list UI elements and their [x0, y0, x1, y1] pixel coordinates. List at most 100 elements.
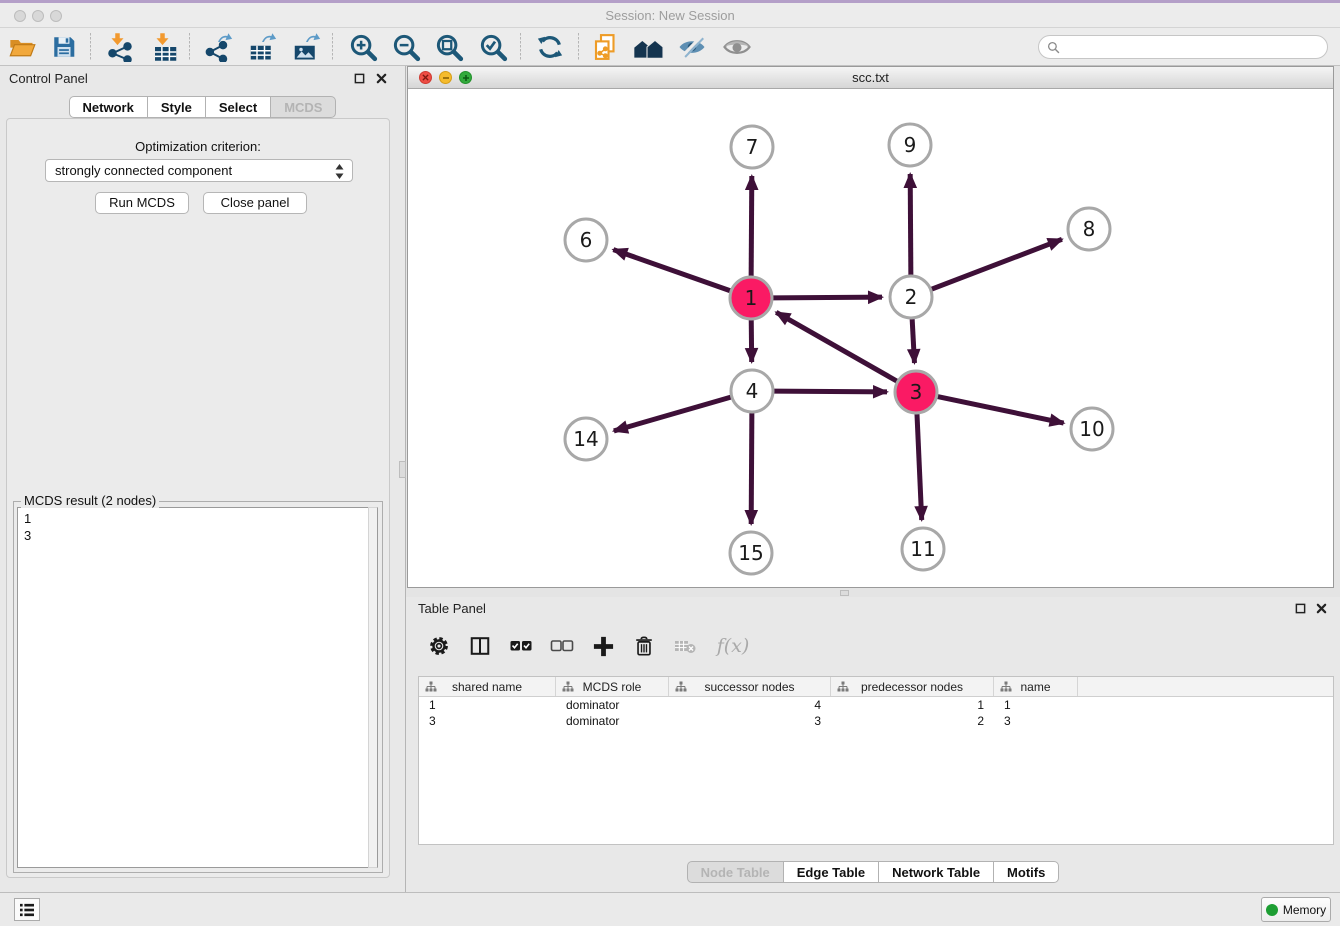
hide-panels-button[interactable] — [675, 31, 709, 63]
close-panel-button-mcds[interactable]: Close panel — [203, 192, 307, 214]
column-header-MCDS-role[interactable]: MCDS role — [556, 677, 669, 696]
deselect-all-button[interactable] — [549, 633, 575, 659]
column-header-successor-nodes[interactable]: successor nodes — [669, 677, 831, 696]
mcds-result-group: MCDS result (2 nodes) 1 3 — [13, 495, 383, 873]
tab-node-table[interactable]: Node Table — [687, 861, 784, 883]
tab-select[interactable]: Select — [205, 96, 271, 118]
close-panel-button[interactable] — [373, 70, 389, 86]
table-row[interactable]: 1dominator411 — [419, 697, 1333, 713]
mcds-result-list[interactable]: 1 3 — [17, 507, 378, 868]
task-history-button[interactable] — [14, 898, 40, 921]
graph-node-15[interactable]: 15 — [730, 532, 772, 574]
table-cell[interactable]: 1 — [994, 697, 1078, 713]
memory-button[interactable]: Memory — [1261, 897, 1331, 922]
graph-node-2[interactable]: 2 — [890, 276, 932, 318]
table-cell[interactable]: 1 — [419, 697, 556, 713]
table-cell[interactable]: dominator — [556, 697, 669, 713]
edge-1-2[interactable] — [773, 297, 882, 298]
graph-node-10[interactable]: 10 — [1071, 408, 1113, 450]
tab-style[interactable]: Style — [147, 96, 206, 118]
zoom-out-icon — [391, 32, 421, 62]
table-cell[interactable]: 3 — [994, 713, 1078, 729]
network-canvas[interactable]: 7 9 6 8 1 2 4 3 14 10 15 11 — [408, 89, 1333, 587]
edge-1-7[interactable] — [751, 176, 752, 276]
edge-4-15[interactable] — [751, 413, 752, 524]
graph-node-7[interactable]: 7 — [731, 126, 773, 168]
columns-icon — [469, 635, 491, 657]
run-mcds-button[interactable]: Run MCDS — [95, 192, 189, 214]
zoom-in-button[interactable] — [346, 31, 380, 63]
table-cell[interactable]: 3 — [669, 713, 831, 729]
edge-3-1[interactable] — [776, 312, 897, 381]
table-cell[interactable]: 3 — [419, 713, 556, 729]
float-panel-button[interactable] — [351, 70, 367, 86]
delete-table-icon — [673, 634, 697, 658]
refresh-button[interactable] — [533, 31, 567, 63]
control-panel: Control Panel NetworkStyleSelectMCDS Opt… — [0, 66, 406, 892]
node-table[interactable]: shared nameMCDS rolesuccessor nodesprede… — [418, 676, 1334, 845]
edge-4-3[interactable] — [774, 391, 887, 392]
table-cell[interactable]: 2 — [831, 713, 994, 729]
graph-node-6[interactable]: 6 — [565, 219, 607, 261]
edge-3-10[interactable] — [938, 397, 1064, 424]
column-header-name[interactable]: name — [994, 677, 1078, 696]
tab-motifs[interactable]: Motifs — [993, 861, 1059, 883]
graph-node-4[interactable]: 4 — [731, 370, 773, 412]
memory-label: Memory — [1283, 903, 1326, 917]
save-session-button[interactable] — [47, 31, 81, 63]
add-column-button[interactable] — [590, 633, 616, 659]
horizontal-splitter[interactable] — [406, 588, 1340, 597]
tab-edge-table[interactable]: Edge Table — [783, 861, 879, 883]
edge-2-8[interactable] — [932, 239, 1062, 289]
tab-network[interactable]: Network — [69, 96, 148, 118]
network-frame-titlebar[interactable]: scc.txt — [408, 67, 1333, 89]
show-columns-button[interactable] — [467, 633, 493, 659]
zoom-selected-button[interactable] — [476, 31, 510, 63]
edge-1-6[interactable] — [613, 250, 730, 291]
search-input[interactable] — [1065, 40, 1327, 55]
column-header-shared-name[interactable]: shared name — [419, 677, 556, 696]
zoom-fit-icon — [434, 32, 464, 62]
select-all-button[interactable] — [508, 633, 534, 659]
edge-2-3[interactable] — [912, 319, 914, 363]
vertical-splitter-handle[interactable] — [399, 461, 406, 478]
export-table-button[interactable] — [245, 31, 279, 63]
tab-network-table[interactable]: Network Table — [878, 861, 994, 883]
home-button[interactable] — [632, 31, 666, 63]
graph-node-8[interactable]: 8 — [1068, 208, 1110, 250]
show-panels-button[interactable] — [720, 31, 754, 63]
open-session-button[interactable] — [5, 31, 39, 63]
zoom-fit-button[interactable] — [432, 31, 466, 63]
table-cell[interactable]: 1 — [831, 697, 994, 713]
graph-node-11[interactable]: 11 — [902, 528, 944, 570]
delete-column-button[interactable] — [631, 633, 657, 659]
export-image-button[interactable] — [289, 31, 323, 63]
edge-3-11[interactable] — [917, 414, 922, 520]
column-header-predecessor-nodes[interactable]: predecessor nodes — [831, 677, 994, 696]
table-cell[interactable]: dominator — [556, 713, 669, 729]
clone-network-button[interactable] — [589, 31, 623, 63]
import-network-button[interactable] — [103, 31, 137, 63]
horizontal-splitter-handle[interactable] — [840, 590, 849, 596]
eye-icon — [722, 32, 752, 62]
result-scrollbar[interactable] — [368, 507, 378, 868]
edge-2-9[interactable] — [910, 174, 911, 275]
graph-node-1[interactable]: 1 — [730, 277, 772, 319]
column-settings-button[interactable] — [426, 633, 452, 659]
graph-node-9[interactable]: 9 — [889, 124, 931, 166]
export-network-button[interactable] — [201, 31, 235, 63]
table-float-button[interactable] — [1292, 600, 1308, 616]
edge-4-14[interactable] — [614, 397, 731, 431]
float-icon — [354, 73, 365, 84]
criterion-select[interactable]: strongly connected component — [45, 159, 353, 182]
zoom-out-button[interactable] — [389, 31, 423, 63]
table-cell[interactable]: 4 — [669, 697, 831, 713]
graph-node-3[interactable]: 3 — [895, 371, 937, 413]
tab-mcds[interactable]: MCDS — [270, 96, 336, 118]
table-close-button[interactable] — [1313, 600, 1329, 616]
graph-node-14[interactable]: 14 — [565, 418, 607, 460]
table-row[interactable]: 3dominator323 — [419, 713, 1333, 729]
column-label: name — [1020, 680, 1050, 694]
import-table-button[interactable] — [148, 31, 182, 63]
plus-icon — [592, 635, 615, 658]
